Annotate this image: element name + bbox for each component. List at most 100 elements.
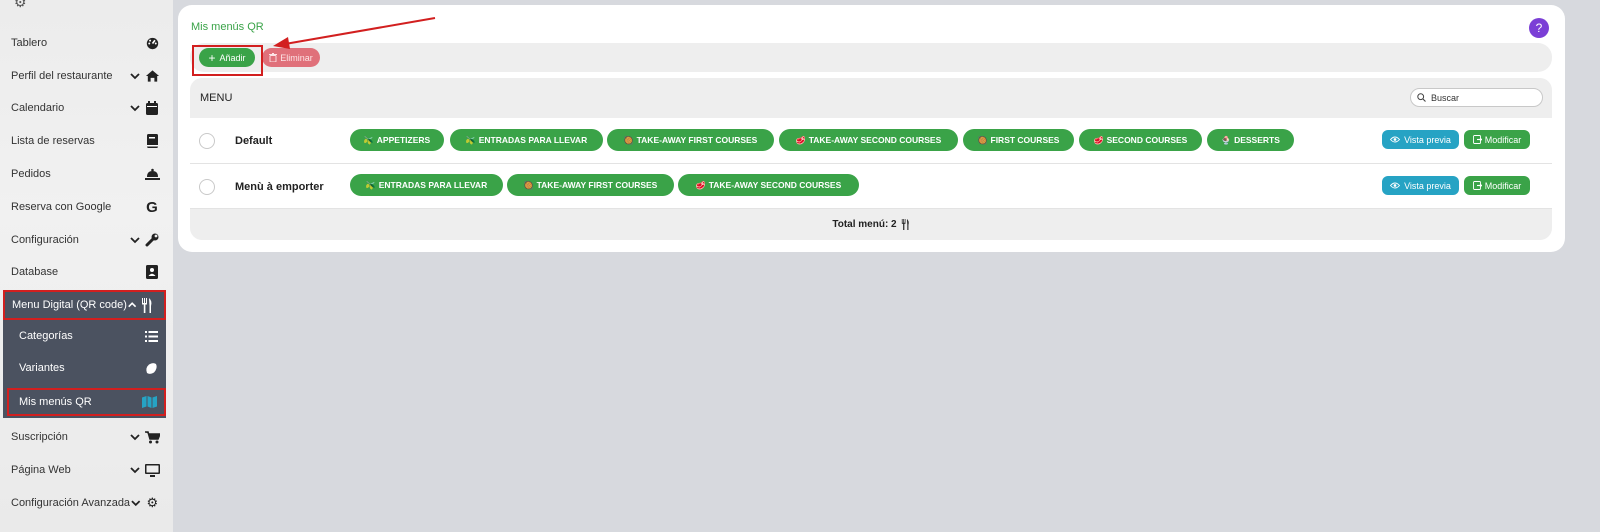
category-chip[interactable]: 🫒 APPETIZERS [350,129,444,151]
sidebar-item-config-avanzada[interactable]: Configuración Avanzada ⚙ [0,488,170,518]
dashboard-gauge-icon [144,35,160,51]
delete-button-label: Eliminar [280,52,313,63]
sidebar-item-label: Lista de reservas [11,135,95,147]
chip-label: TAKE-AWAY SECOND COURSES [808,135,942,145]
cart-icon [144,429,160,445]
sidebar-item-calendario[interactable]: Calendario [0,93,170,123]
book-icon [144,133,160,149]
submenu-item-mis-menus-qr[interactable]: Mis menús QR [7,388,166,416]
google-icon: G [146,198,158,216]
search-input[interactable] [1431,92,1531,103]
bell-icon [144,166,160,182]
sidebar-item-label: Calendario [11,102,65,114]
contact-book-icon [144,264,160,280]
meat-icon: 🥩 [1093,135,1104,145]
edit-icon [1472,135,1482,144]
olive-icon: 🫒 [363,135,374,145]
sidebar-item-perfil[interactable]: Perfil del restaurante [0,61,170,91]
lemon-icon [143,360,159,376]
preview-label: Vista previa [1404,134,1451,145]
sidebar-item-configuracion[interactable]: Configuración [0,225,170,255]
menu-name: Default [235,135,273,147]
pan-dish-icon: 🥘 [623,135,634,145]
submenu-item-variantes[interactable]: Variantes [3,354,166,382]
cog-icon[interactable]: ⚙ [14,0,27,11]
sidebar-item-database[interactable]: Database [0,257,170,287]
row-select-radio[interactable] [199,133,215,149]
delete-button[interactable]: Eliminar [262,48,320,67]
category-chip[interactable]: 🥘 TAKE-AWAY FIRST COURSES [507,174,674,196]
category-chip[interactable]: 🥩 TAKE-AWAY SECOND COURSES [779,129,958,151]
toolbar: + Añadir Eliminar [190,43,1552,72]
ice-cream-icon: 🍨 [1221,135,1232,145]
chip-label: ENTRADAS PARA LLEVAR [378,180,488,190]
sidebar-item-pagina-web[interactable]: Página Web [0,455,170,485]
submenu-item-label: Mis menús QR [19,396,92,408]
preview-button[interactable]: Vista previa [1382,130,1459,149]
olive-icon: 🫒 [465,135,476,145]
chip-label: TAKE-AWAY FIRST COURSES [536,180,658,190]
menu-name: Menù à emporter [235,181,324,193]
table-row[interactable]: Default 🫒 APPETIZERS 🫒 ENTRADAS PARA LLEVA… [190,118,1552,164]
eye-icon [1390,182,1401,189]
menus-table: MENU Default 🫒APPETIZERS 🫒ENTRADAS PARA … [190,78,1552,240]
search-box [1410,88,1543,107]
chip-label: TAKE-AWAY FIRST COURSES [636,135,758,145]
category-chip[interactable]: 🫒 ENTRADAS PARA LLEVAR [350,174,503,196]
sidebar-item-tablero[interactable]: Tablero [0,28,170,58]
chevron-down-icon [130,467,140,474]
sidebar-item-lista-reservas[interactable]: Lista de reservas [0,126,170,156]
category-chip[interactable]: 🥘 FIRST COURSES [963,129,1074,151]
category-chip[interactable]: 🥩 TAKE-AWAY SECOND COURSES [678,174,859,196]
sidebar-item-pedidos[interactable]: Pedidos [0,159,170,189]
menu-digital-submenu: Categorías Variantes Mis menús QR [3,320,166,418]
sidebar-item-reserva-google[interactable]: Reserva con Google G [0,192,170,222]
sidebar-item-label: Perfil del restaurante [11,70,113,82]
olive-icon: 🫒 [365,180,376,190]
eye-icon [1390,136,1401,143]
map-icon [141,394,157,410]
total-menus-text: Total menú: 2 [832,219,897,230]
chip-label: APPETIZERS [376,135,431,145]
sidebar-item-label: Página Web [11,464,71,476]
list-icon [143,328,159,344]
sidebar-item-label: Tablero [11,37,48,49]
category-chip[interactable]: 🥩 SECOND COURSES [1079,129,1202,151]
chevron-up-icon [128,302,137,308]
calendar-icon [144,100,160,116]
preview-button[interactable]: Vista previa [1382,176,1459,195]
modify-button[interactable]: Modificar [1464,130,1530,149]
preview-label: Vista previa [1404,180,1451,191]
modify-label: Modificar [1484,180,1522,191]
sidebar-item-suscripcion[interactable]: Suscripción [0,422,170,452]
chip-label: SECOND COURSES [1106,135,1188,145]
chevron-down-icon [130,73,140,80]
sidebar-item-label: Reserva con Google [11,201,112,213]
chip-label: FIRST COURSES [990,135,1060,145]
home-icon [144,68,160,84]
table-row[interactable]: Menù à emporter 🫒 ENTRADAS PARA LLEVAR 🥘 T… [190,164,1552,209]
row-select-radio[interactable] [199,179,215,195]
meat-icon: 🥩 [795,135,806,145]
cogs-icon: ⚙ [146,495,159,510]
category-chip[interactable]: 🍨 DESSERTS [1207,129,1294,151]
monitor-icon [144,462,160,478]
column-header-menu: MENU [200,92,233,104]
submenu-item-categorias[interactable]: Categorías [3,322,166,350]
help-button[interactable]: ? [1529,18,1549,38]
pan-dish-icon: 🥘 [977,135,988,145]
sidebar-item-menu-digital[interactable]: Menu Digital (QR code) [3,290,166,320]
chevron-down-icon [130,237,140,244]
chevron-down-icon [131,500,141,507]
sidebar-item-label: Suscripción [11,431,68,443]
meat-icon: 🥩 [695,180,706,190]
wrench-icon [144,232,160,248]
pan-dish-icon: 🥘 [523,180,534,190]
category-chip[interactable]: 🥘 TAKE-AWAY FIRST COURSES [607,129,774,151]
chip-label: TAKE-AWAY SECOND COURSES [708,180,842,190]
category-chip[interactable]: 🫒 ENTRADAS PARA LLEVAR [450,129,603,151]
modify-button[interactable]: Modificar [1464,176,1530,195]
chevron-down-icon [130,105,140,112]
sidebar: ⚙ Tablero Perfil del restaurante Calenda… [0,0,173,532]
page-title: Mis menús QR [191,21,264,33]
